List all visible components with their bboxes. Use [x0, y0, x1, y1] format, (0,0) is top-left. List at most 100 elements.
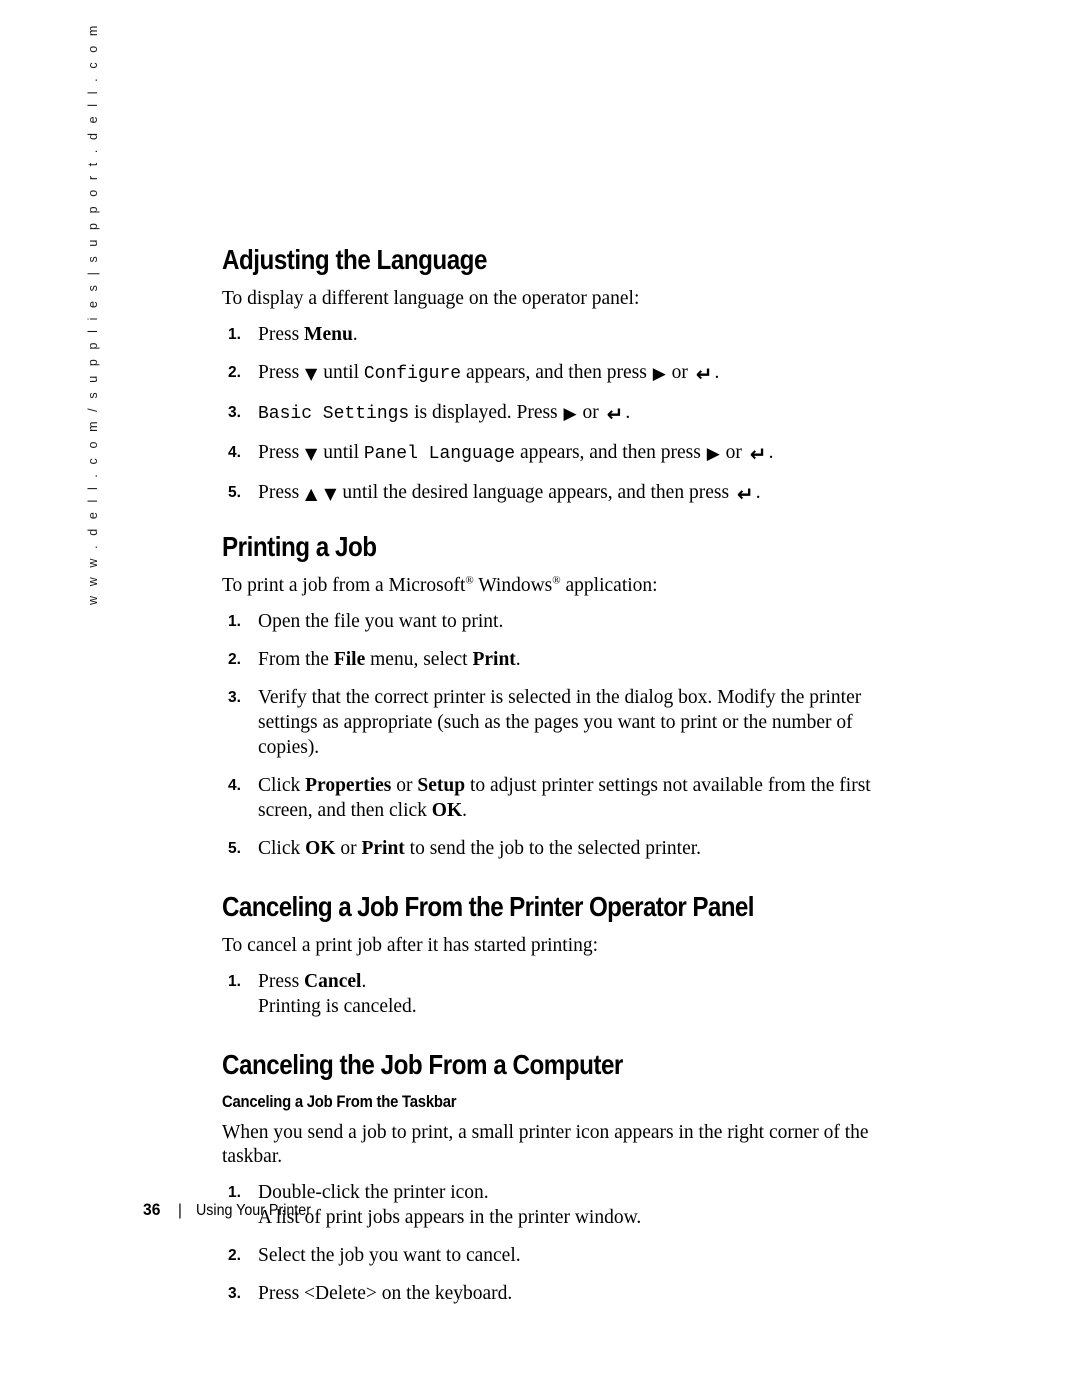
step-number: 1.	[228, 326, 241, 343]
down-arrow-icon: ▼	[305, 364, 318, 383]
right-arrow-icon: ▶	[652, 364, 666, 384]
up-arrow-icon: ▲	[305, 484, 318, 503]
step-number: 1.	[228, 973, 241, 990]
list-item: 2. Press ▼ until Configure appears, and …	[222, 360, 898, 387]
list-item: 3. Verify that the correct printer is se…	[222, 685, 898, 760]
enter-key-icon: ↵	[695, 362, 713, 386]
ui-term-menu: Menu	[304, 324, 353, 345]
ui-term-print: Print	[472, 649, 516, 670]
step-number: 4.	[228, 777, 241, 794]
ui-term-ok: OK	[431, 800, 463, 821]
step-result: A list of print jobs appears in the prin…	[258, 1207, 642, 1228]
step-text-part: or	[577, 402, 604, 423]
step-text-part: .	[462, 800, 468, 821]
ui-term-cancel: Cancel	[304, 971, 362, 992]
step-text-part: Press	[258, 442, 305, 463]
down-arrow-icon: ▼	[305, 444, 318, 463]
step-text-part: Click	[258, 838, 306, 859]
list-item: 1. Open the file you want to print.	[222, 609, 898, 634]
step-text-part: .	[361, 971, 367, 992]
step-text-part: .	[714, 362, 720, 383]
step-number: 3.	[228, 1285, 241, 1302]
step-text-part: .	[625, 402, 631, 423]
list-item: 5. Click OK or Print to send the job to …	[222, 836, 898, 861]
footer-separator: |	[177, 1202, 183, 1219]
step-text: Press <Delete> on the keyboard.	[258, 1283, 513, 1304]
heading-canceling-job-operator-panel: Canceling a Job From the Printer Operato…	[222, 891, 754, 922]
list-item: 4. Press ▼ until Panel Language appears,…	[222, 440, 898, 467]
list-item: 1. Double-click the printer icon. A list…	[222, 1180, 898, 1230]
list-item: 5. Press ▲ ▼ until the desired language …	[222, 480, 898, 505]
step-text-part: until	[318, 362, 364, 383]
enter-key-icon: ↵	[749, 442, 767, 466]
list-item: 1. Press Cancel. Printing is canceled.	[222, 969, 898, 1019]
step-text-part: until	[318, 442, 364, 463]
step-text-part: .	[515, 649, 521, 670]
ui-term-properties: Properties	[305, 775, 392, 796]
step-number: 2.	[228, 1247, 241, 1264]
step-number: 2.	[228, 364, 241, 381]
heading-printing-a-job: Printing a Job	[222, 531, 377, 562]
step-text-part: Press	[258, 482, 305, 503]
page-footer: 36 | Using Your Printer	[143, 1200, 321, 1220]
registered-mark-icon: ®	[552, 574, 561, 587]
step-result: Printing is canceled.	[258, 996, 417, 1017]
heading-canceling-job-from-computer: Canceling the Job From a Computer	[222, 1049, 623, 1080]
intro-text-part: To print a job from a Microsoft	[222, 575, 466, 596]
intro-printing-a-job: To print a job from a Microsoft® Windows…	[222, 574, 898, 598]
step-text-part: From the	[258, 649, 334, 670]
ui-term-ok: OK	[305, 838, 336, 859]
step-text: Verify that the correct printer is selec…	[258, 687, 862, 758]
step-text-part: .	[768, 442, 774, 463]
list-item: 1. Press Menu.	[222, 322, 898, 347]
list-item: 3. Basic Settings is displayed. Press ▶ …	[222, 400, 898, 427]
enter-key-icon: ↵	[736, 482, 754, 506]
down-arrow-icon: ▼	[324, 484, 337, 503]
step-number: 3.	[228, 689, 241, 706]
heading-adjusting-the-language: Adjusting the Language	[222, 244, 487, 275]
panel-text-configure: Configure	[363, 364, 462, 384]
step-text-part: until the desired language appears, and …	[337, 482, 734, 503]
side-url-text: w w w . d e l l . c o m / s u p p l i e …	[86, 22, 100, 605]
steps-canceling-job-operator-panel: 1. Press Cancel. Printing is canceled.	[222, 969, 898, 1019]
steps-canceling-job-from-taskbar: 1. Double-click the printer icon. A list…	[222, 1180, 898, 1306]
enter-key-icon: ↵	[606, 402, 624, 426]
step-text: Open the file you want to print.	[258, 611, 504, 632]
intro-text-part: application:	[560, 575, 658, 596]
list-item: 4. Click Properties or Setup to adjust p…	[222, 773, 898, 823]
ui-term-print: Print	[361, 838, 405, 859]
step-text-part: appears, and then press	[515, 442, 706, 463]
intro-canceling-job-from-taskbar: When you send a job to print, a small pr…	[222, 1122, 869, 1167]
step-text-part: menu, select	[365, 649, 473, 670]
ui-term-file: File	[333, 649, 366, 670]
step-text-part: .	[755, 482, 761, 503]
step-text-part: appears, and then press	[461, 362, 652, 383]
step-text-part: Press	[258, 971, 305, 992]
steps-adjusting-the-language: 1. Press Menu. 2. Press ▼ until Configur…	[222, 322, 898, 505]
list-item: 2. Select the job you want to cancel.	[222, 1243, 898, 1268]
intro-text-part: Windows	[473, 575, 553, 596]
intro-canceling-job-operator-panel: To cancel a print job after it has start…	[222, 935, 599, 956]
step-text: Select the job you want to cancel.	[258, 1245, 521, 1266]
panel-text-panel-language: Panel Language	[363, 444, 516, 464]
intro-adjusting-the-language: To display a different language on the o…	[222, 288, 640, 309]
step-number: 5.	[228, 484, 241, 501]
step-text-part: or	[391, 775, 418, 796]
step-number: 2.	[228, 651, 241, 668]
step-number: 3.	[228, 404, 241, 421]
registered-mark-icon: ®	[465, 574, 474, 587]
side-url-tab: w w w . d e l l . c o m / s u p p l i e …	[86, 23, 126, 645]
steps-printing-a-job: 1. Open the file you want to print. 2. F…	[222, 609, 898, 861]
step-text-part: Click	[258, 775, 306, 796]
panel-text-basic-settings: Basic Settings	[258, 404, 410, 424]
step-text-part: Press	[258, 324, 305, 345]
step-text-part: or	[720, 442, 747, 463]
step-text-part: Press	[258, 362, 305, 383]
chapter-name: Using Your Printer	[196, 1202, 312, 1219]
step-number: 5.	[228, 840, 241, 857]
step-text-part: or	[335, 838, 362, 859]
step-text-part: is displayed. Press	[409, 402, 563, 423]
